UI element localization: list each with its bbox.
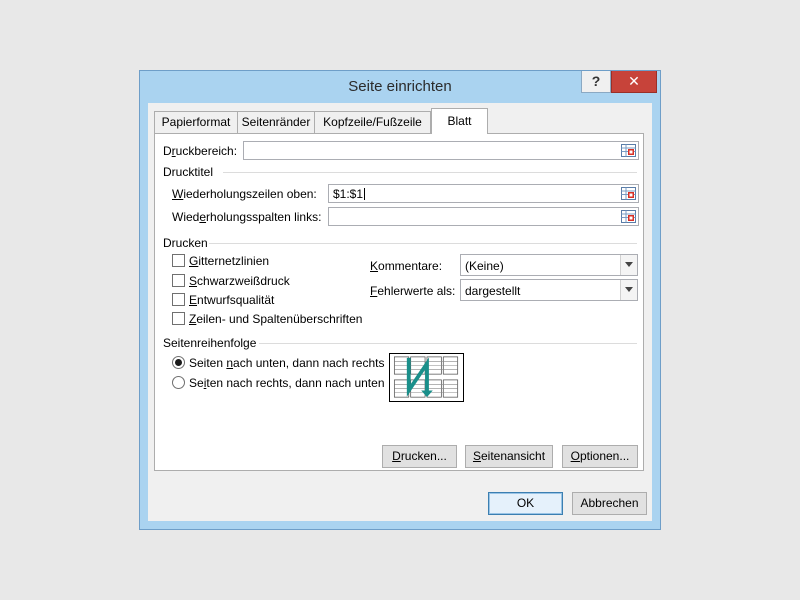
print-area-label: Druckbereich: [163,144,238,158]
chevron-down-icon[interactable] [620,280,637,300]
print-preview-button[interactable]: Seitenansicht [465,445,553,468]
down-then-over-radio[interactable] [172,356,185,369]
tab-blatt[interactable]: Blatt [431,108,488,134]
options-button[interactable]: Optionen... [562,445,638,468]
black-white-checkbox[interactable] [172,274,185,287]
dialog-body: Papierformat Seitenränder Kopfzeile/Fußz… [148,103,652,521]
tab-seitenraender[interactable]: Seitenränder [237,111,315,133]
print-titles-section: Drucktitel [163,165,214,179]
gridlines-label[interactable]: Gitternetzlinien [189,254,269,268]
comments-label: Kommentare: [370,259,443,273]
range-picker-icon[interactable] [620,186,637,201]
draft-quality-checkbox[interactable] [172,293,185,306]
tab-papierformat[interactable]: Papierformat [154,111,238,133]
section-divider [209,243,637,244]
black-white-label[interactable]: Schwarzweißdruck [189,274,290,288]
chevron-down-icon[interactable] [620,255,637,275]
print-button[interactable]: Drucken... [382,445,457,468]
page-setup-dialog: Seite einrichten ? ✕ Papierformat Seiten… [139,70,661,530]
draft-quality-label[interactable]: Entwurfsqualität [189,293,274,307]
errors-label: Fehlerwerte als: [370,284,456,298]
close-button[interactable]: ✕ [611,71,657,93]
over-then-down-label[interactable]: Seiten nach rechts, dann nach unten [189,376,385,390]
down-then-over-label[interactable]: Seiten nach unten, dann nach rechts [189,356,385,370]
repeat-rows-input[interactable]: $1:$1 [328,184,639,203]
text-caret [364,188,366,200]
headings-label[interactable]: Zeilen- und Spaltenüberschriften [189,312,362,326]
tab-kopfzeile-fusszeile[interactable]: Kopfzeile/Fußzeile [314,111,431,133]
title-bar: Seite einrichten ? ✕ [140,71,660,103]
range-picker-icon[interactable] [620,209,637,224]
range-picker-icon[interactable] [620,143,637,158]
gridlines-checkbox[interactable] [172,254,185,267]
headings-checkbox[interactable] [172,312,185,325]
repeat-columns-label: Wiederholungsspalten links: [172,210,322,224]
help-button[interactable]: ? [581,71,611,93]
section-divider [259,343,637,344]
repeat-columns-input[interactable] [328,207,639,226]
cancel-button[interactable]: Abbrechen [572,492,647,515]
tab-panel-blatt: Druckbereich: Drucktitel Wiederholungsze… [154,133,644,471]
page-order-section: Seitenreihenfolge [163,336,257,350]
repeat-rows-label: Wiederholungszeilen oben: [172,187,317,201]
ok-button[interactable]: OK [488,492,563,515]
section-divider [223,172,637,173]
comments-select[interactable]: (Keine) [460,254,638,276]
errors-select[interactable]: dargestellt [460,279,638,301]
print-area-input[interactable] [243,141,639,160]
over-then-down-radio[interactable] [172,376,185,389]
page-order-preview-icon [389,353,464,402]
print-section: Drucken [163,236,208,250]
